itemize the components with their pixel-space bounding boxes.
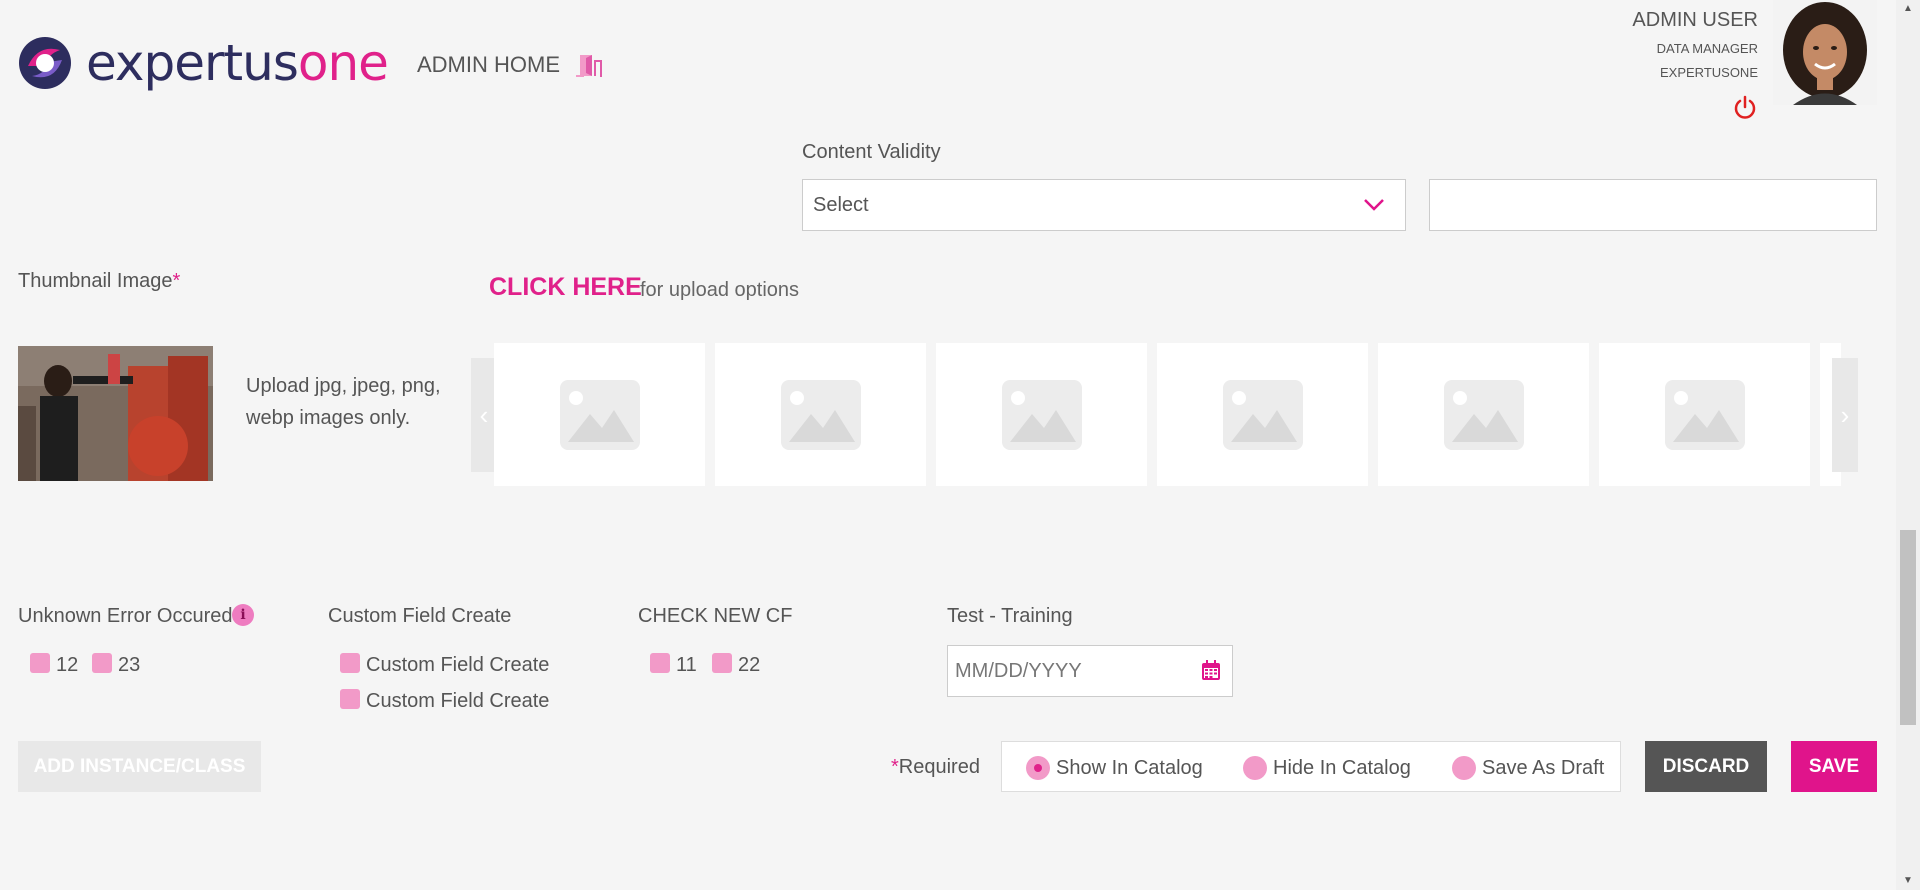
user-role: DATA MANAGER [1656, 41, 1758, 56]
test-training-date-input[interactable]: MM/DD/YYYY [947, 645, 1233, 697]
brand-name-part2: one [297, 34, 389, 92]
thumbnail-option[interactable] [1599, 343, 1810, 486]
image-placeholder-icon [1222, 379, 1303, 450]
hide-in-catalog-label[interactable]: Hide In Catalog [1273, 757, 1411, 780]
thumbnail-option[interactable] [715, 343, 926, 486]
checkbox-label: 23 [118, 654, 141, 676]
upload-hint: Upload jpg, jpeg, png, webp images only. [246, 375, 441, 429]
checkbox-label: 11 [676, 654, 697, 676]
check-new-cf-label: CHECK NEW CF [638, 605, 793, 627]
logo-icon [19, 37, 71, 89]
user-name: ADMIN USER [1632, 9, 1758, 31]
click-here-link[interactable]: CLICK HERE [489, 273, 642, 302]
checkbox[interactable] [650, 653, 670, 673]
checkbox[interactable] [92, 653, 112, 673]
scroll-down-arrow-icon[interactable]: ▼ [1896, 872, 1920, 890]
content-validity-input[interactable] [1429, 179, 1877, 231]
thumbnail-option[interactable] [1378, 343, 1589, 486]
thumbnail-label: Thumbnail Image* [18, 270, 180, 293]
thumbnail-option[interactable] [936, 343, 1147, 486]
thumbnail-image [18, 346, 213, 481]
door-exit-icon[interactable] [576, 52, 604, 78]
power-icon[interactable] [1732, 95, 1758, 121]
checkbox-label: Custom Field Create [366, 690, 550, 712]
image-placeholder-icon [1443, 379, 1524, 450]
required-asterisk: * [891, 756, 899, 778]
calendar-icon[interactable] [1201, 660, 1221, 681]
add-instance-class-button[interactable]: ADD INSTANCE/CLASS [18, 741, 261, 792]
user-org: EXPERTUSONE [1659, 65, 1758, 80]
vertical-scrollbar[interactable]: ▲ ▼ [1896, 0, 1920, 890]
checkbox[interactable] [340, 653, 360, 673]
checkbox[interactable] [340, 689, 360, 709]
discard-button[interactable]: DISCARD [1645, 741, 1767, 792]
content-validity-select-value: Select [813, 193, 869, 216]
thumbnail-label-text: Thumbnail Image [18, 270, 173, 292]
hide-in-catalog-radio[interactable] [1243, 756, 1267, 780]
scroll-up-arrow-icon[interactable]: ▲ [1896, 0, 1920, 18]
image-placeholder-icon [1664, 379, 1745, 450]
chevron-down-icon [1364, 199, 1384, 211]
save-as-draft-label[interactable]: Save As Draft [1482, 757, 1604, 780]
test-training-label: Test - Training [947, 605, 1073, 627]
show-in-catalog-label[interactable]: Show In Catalog [1056, 757, 1203, 780]
checkbox[interactable] [712, 653, 732, 673]
brand-name-part1: expertus [86, 34, 299, 92]
carousel-next-button[interactable]: › [1832, 358, 1858, 472]
thumbnail-option[interactable] [1157, 343, 1368, 486]
image-placeholder-icon [780, 379, 861, 450]
avatar[interactable] [1773, 0, 1877, 105]
avatar-image [1773, 0, 1877, 105]
show-in-catalog-radio[interactable] [1026, 756, 1050, 780]
image-placeholder-icon [559, 379, 640, 450]
upload-options-text: for upload options [640, 279, 800, 301]
checkbox-label: 12 [56, 654, 79, 676]
content-validity-label: Content Validity [802, 141, 941, 163]
custom-field-create-label: Custom Field Create [328, 605, 512, 627]
unknown-error-label: Unknown Error Occured [18, 605, 233, 627]
content-validity-select[interactable]: Select [802, 179, 1406, 231]
save-button[interactable]: SAVE [1791, 741, 1877, 792]
admin-home-link[interactable]: ADMIN HOME [417, 52, 560, 78]
save-as-draft-radio[interactable] [1452, 756, 1476, 780]
required-note: *Required [891, 756, 980, 779]
checkbox-label: Custom Field Create [366, 654, 550, 676]
brand-logo[interactable]: expertusone [18, 34, 389, 92]
thumbnail-option[interactable] [494, 343, 705, 486]
required-asterisk: * [172, 270, 181, 292]
catalog-visibility-radio-group: Show In Catalog Hide In Catalog Save As … [1001, 741, 1621, 792]
checkbox[interactable] [30, 653, 50, 673]
scrollbar-thumb[interactable] [1900, 530, 1916, 725]
thumbnail-preview[interactable] [18, 346, 213, 481]
image-placeholder-icon [1001, 379, 1082, 450]
brand-name: expertusone [86, 34, 389, 92]
checkbox-label: 22 [738, 654, 761, 676]
required-label: Required [898, 756, 980, 778]
info-icon[interactable]: i [232, 604, 254, 626]
